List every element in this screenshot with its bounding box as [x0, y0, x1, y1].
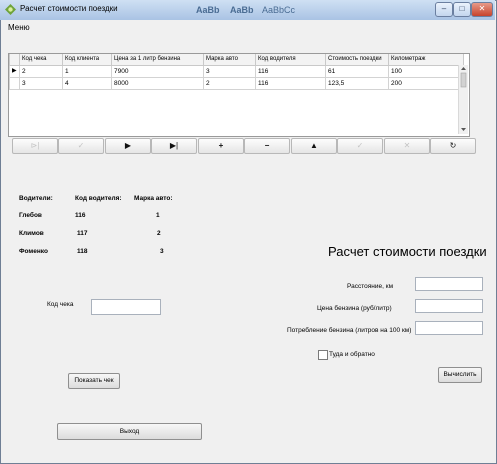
move-up-button[interactable]: ▲	[291, 138, 337, 154]
driver-code: 116	[75, 212, 86, 219]
table-cell[interactable]: 4	[62, 78, 111, 89]
calculate-button[interactable]: Вычислить	[438, 367, 482, 383]
exit-button[interactable]: Выход	[57, 423, 202, 440]
column-header[interactable]: Километраж	[388, 54, 464, 65]
table-cell[interactable]: 2	[19, 66, 62, 77]
cancel-edit-button[interactable]: ✕	[384, 138, 430, 154]
distance-input[interactable]	[415, 277, 483, 291]
close-button[interactable]: ✕	[471, 2, 493, 17]
maximize-button[interactable]: □	[453, 2, 471, 17]
table-cell[interactable]: 123,5	[325, 78, 388, 89]
distance-label: Расстояние, км	[347, 283, 394, 290]
driver-car: 2	[157, 230, 161, 237]
background-style-sample: AaBb	[196, 5, 220, 15]
grid-header: Код чека Код клиента Цена за 1 литр бенз…	[9, 54, 464, 66]
table-cell[interactable]: 200	[388, 78, 463, 89]
minimize-button[interactable]: –	[435, 2, 453, 17]
table-cell[interactable]: 7900	[111, 66, 203, 77]
show-receipt-button[interactable]: Показать чек	[68, 373, 120, 389]
move-first-button[interactable]: ⊳|	[12, 138, 58, 154]
driver-name: Фоменко	[19, 248, 48, 255]
driver-car: 3	[160, 248, 164, 255]
post-edit-button[interactable]: ✓	[337, 138, 383, 154]
driver-name: Климов	[19, 230, 44, 237]
move-last-button[interactable]: ▶|	[151, 138, 197, 154]
column-header[interactable]: Стоимость поездки	[325, 54, 388, 65]
table-cell[interactable]: 116	[255, 78, 325, 89]
column-header[interactable]: Код клиента	[62, 54, 111, 65]
table-cell[interactable]: 2	[203, 78, 255, 89]
receipt-label: Код чека	[47, 301, 74, 308]
delete-record-button[interactable]: −	[244, 138, 290, 154]
grid-scrollbar[interactable]	[458, 65, 468, 134]
fuel-consumption-input[interactable]	[415, 321, 483, 335]
column-header[interactable]: Код чека	[19, 54, 62, 65]
table-cell[interactable]: 3	[19, 78, 62, 89]
roundtrip-label: Туда и обратно	[329, 351, 375, 358]
table-cell[interactable]: 1	[62, 66, 111, 77]
column-header[interactable]: Код водителя	[255, 54, 325, 65]
menu-item[interactable]: Меню	[8, 23, 30, 32]
table-cell[interactable]: 3	[203, 66, 255, 77]
driver-code: 117	[77, 230, 88, 237]
row-header	[9, 78, 19, 89]
add-record-button[interactable]: +	[198, 138, 244, 154]
fuel-consumption-label: Потребление бензина (литров на 100 км)	[287, 327, 412, 334]
refresh-button[interactable]: ↻	[430, 138, 476, 154]
table-cell[interactable]: 116	[255, 66, 325, 77]
table-row[interactable]: 3 4 8000 2 116 123,5 200	[9, 78, 463, 90]
table-row[interactable]: ▶ 2 1 7900 3 116 61 100	[9, 66, 463, 78]
column-header[interactable]: Цена за 1 литр бензина	[111, 54, 203, 65]
fuel-price-label: Цена бензина (руб/литр)	[317, 305, 392, 312]
driver-code: 118	[77, 248, 88, 255]
navigator-bar: ⊳| ✓ ▶ ▶| + − ▲ ✓ ✕ ↻	[12, 138, 482, 154]
background-style-sample: AaBb	[230, 5, 254, 15]
table-cell[interactable]: 8000	[111, 78, 203, 89]
menu-bar	[1, 21, 494, 34]
app-icon	[4, 3, 17, 16]
table-cell[interactable]: 61	[325, 66, 388, 77]
receipt-id-input[interactable]	[91, 299, 161, 315]
roundtrip-checkbox[interactable]	[318, 350, 328, 360]
driver-car: 1	[156, 212, 160, 219]
background-style-sample: AaBbCc	[262, 5, 296, 15]
current-row-marker: ▶	[9, 66, 19, 77]
window-title: Расчет стоимости поездки	[20, 4, 118, 13]
driver-code-header: Код водителя:	[75, 195, 122, 202]
table-cell[interactable]: 100	[388, 66, 463, 77]
drivers-header: Водители:	[19, 195, 53, 202]
column-header[interactable]: Марка авто	[203, 54, 255, 65]
move-previous-button[interactable]: ✓	[58, 138, 104, 154]
calculator-heading: Расчет стоимости поездки	[328, 244, 487, 259]
fuel-price-input[interactable]	[415, 299, 483, 313]
driver-name: Глебов	[19, 212, 42, 219]
move-next-button[interactable]: ▶	[105, 138, 151, 154]
car-brand-header: Марка авто:	[134, 195, 173, 202]
